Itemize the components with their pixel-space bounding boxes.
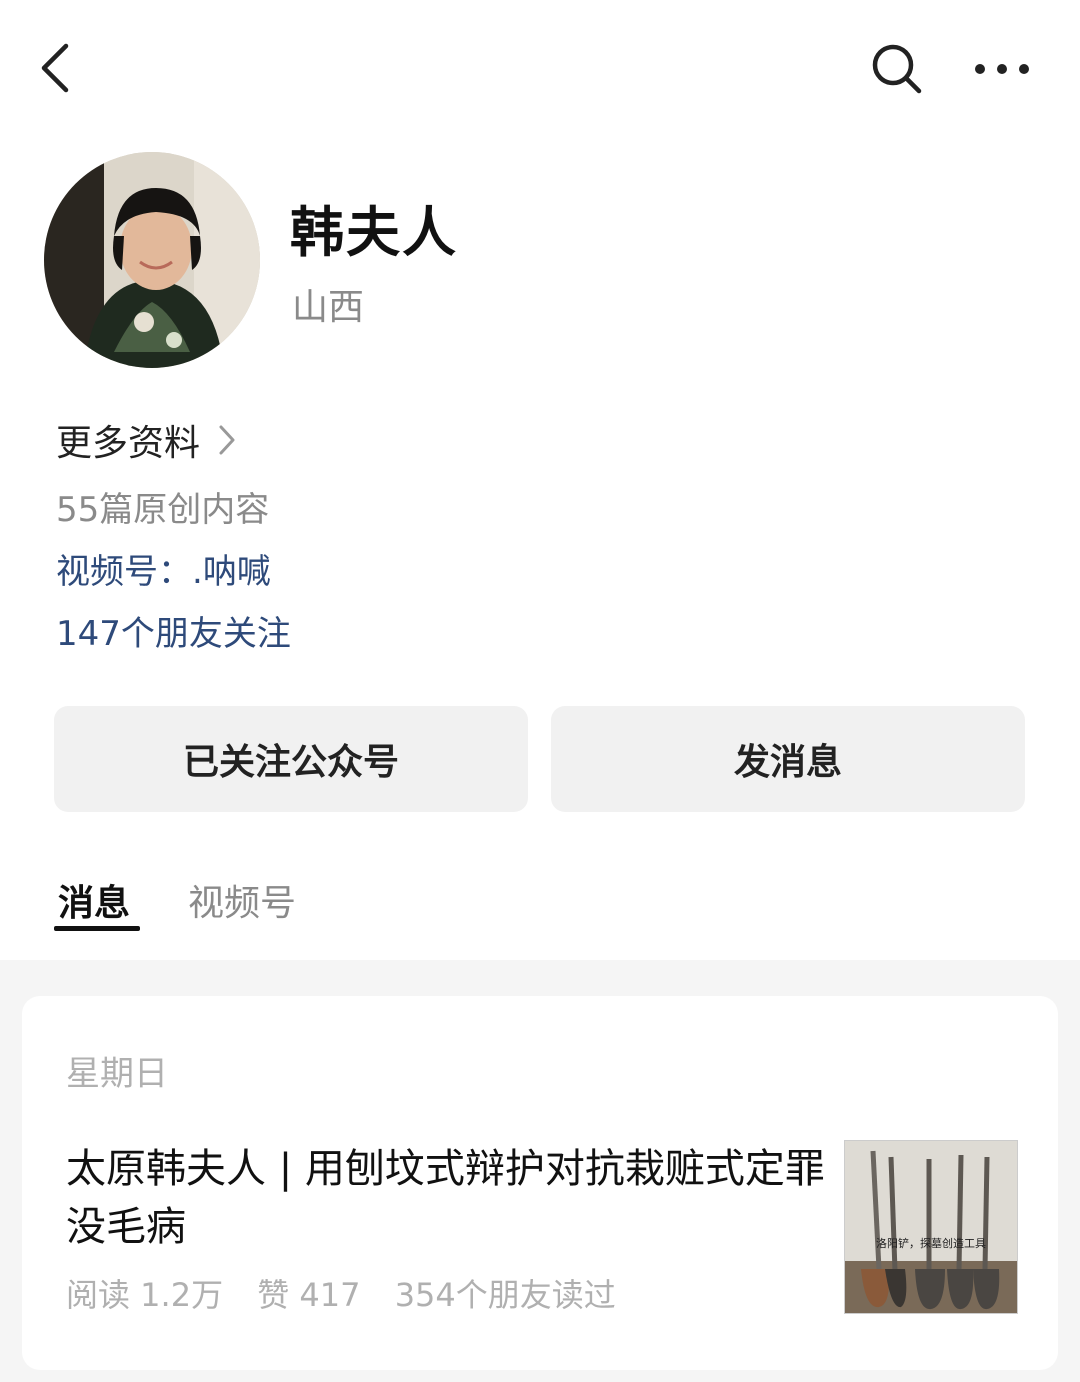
more-dots-icon: [975, 64, 1029, 74]
chevron-left-icon: [41, 43, 69, 93]
avatar[interactable]: [44, 152, 260, 368]
tab-messages[interactable]: 消息: [58, 874, 130, 926]
back-button[interactable]: [30, 38, 80, 98]
search-icon: [872, 44, 922, 94]
more-info-link[interactable]: 更多资料: [56, 414, 236, 466]
article-date: 星期日: [66, 1054, 168, 1094]
article-likes: 赞 417: [257, 1276, 361, 1314]
article-stats: 阅读 1.2万 赞 417 354个朋友读过: [66, 1270, 640, 1316]
article-title[interactable]: 太原韩夫人 | 用刨坟式辩护对抗栽赃式定罪没毛病: [66, 1140, 826, 1256]
article-card[interactable]: 星期日 太原韩夫人 | 用刨坟式辩护对抗栽赃式定罪没毛病 阅读 1.2万 赞 4…: [22, 996, 1058, 1370]
tab-channels[interactable]: 视频号: [188, 874, 296, 926]
tab-active-indicator: [54, 926, 140, 931]
account-name: 韩夫人: [290, 201, 458, 264]
article-thumbnail[interactable]: 洛阳铲，探墓创造工具: [844, 1140, 1018, 1314]
send-message-button[interactable]: 发消息: [551, 706, 1025, 812]
article-reads: 阅读 1.2万: [66, 1276, 224, 1314]
more-info-label: 更多资料: [56, 423, 201, 464]
followed-button[interactable]: 已关注公众号: [54, 706, 528, 812]
thumbnail-caption: 洛阳铲，探墓创造工具: [876, 1236, 986, 1250]
chevron-right-icon: [218, 424, 236, 456]
channels-link[interactable]: 视频号：.呐喊: [56, 544, 271, 593]
more-button[interactable]: [970, 44, 1034, 94]
profile-page: 韩夫人 山西 更多资料 55篇原创内容 视频号：.呐喊 147个朋友关注 已关注…: [0, 0, 1080, 1382]
original-count: 55篇原创内容: [56, 490, 270, 530]
friends-following-link[interactable]: 147个朋友关注: [56, 606, 291, 655]
search-button[interactable]: [868, 40, 926, 98]
article-friends-read: 354个朋友读过: [394, 1276, 616, 1314]
account-region: 山西: [292, 287, 365, 328]
